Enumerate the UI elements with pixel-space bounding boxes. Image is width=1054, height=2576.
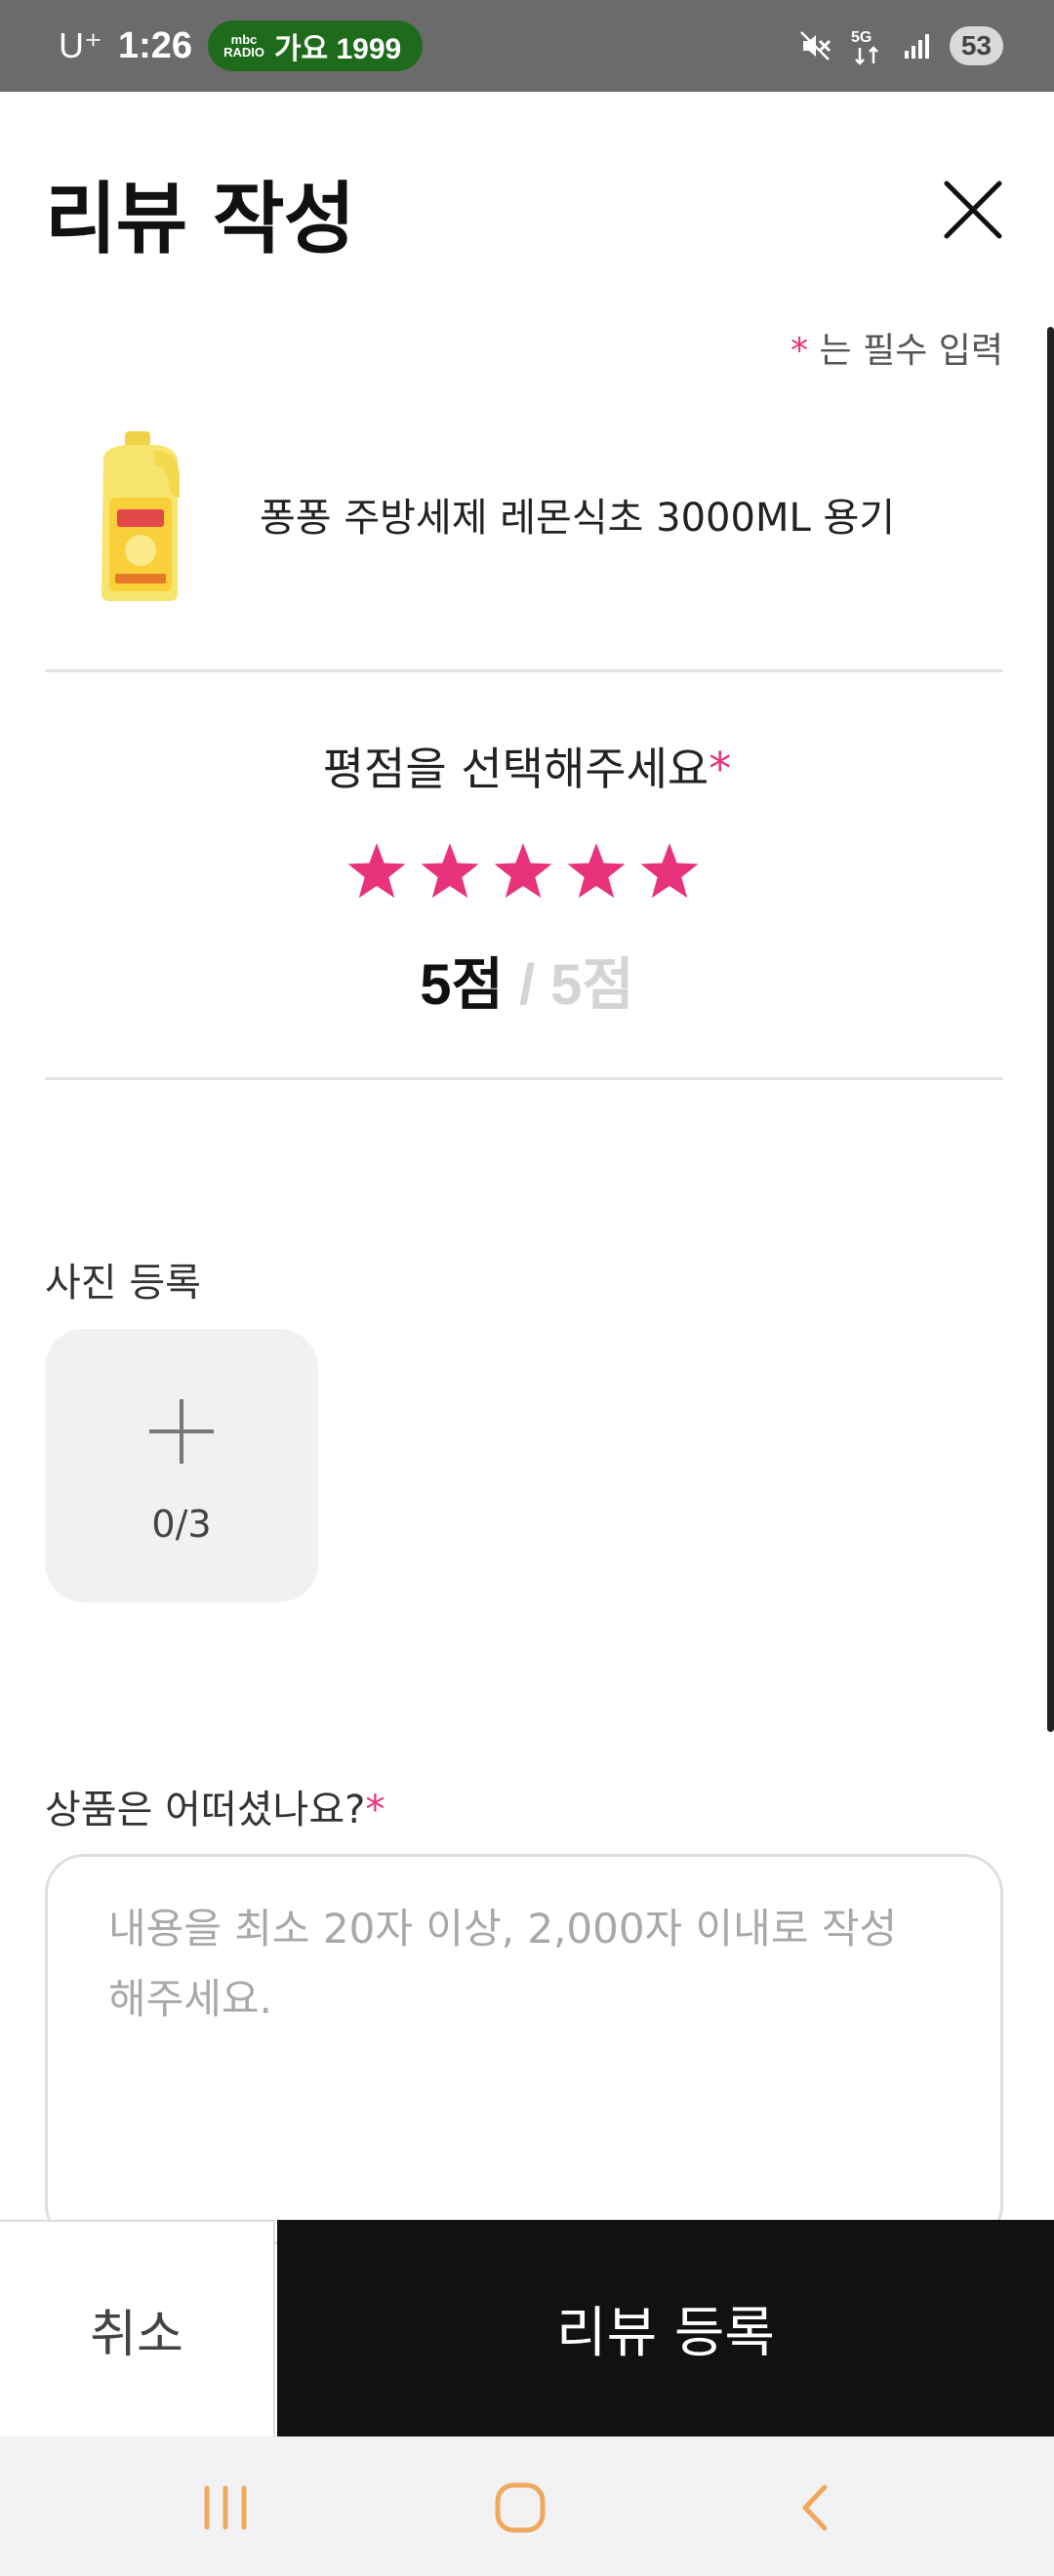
plus-icon bbox=[149, 1399, 214, 1464]
bottom-action-bar: 취소 리뷰 등록 bbox=[0, 2220, 1054, 2436]
add-photo-button[interactable]: 0/3 bbox=[45, 1329, 318, 1602]
required-asterisk: * bbox=[365, 1788, 385, 1832]
radio-station-label: 가요 1999 bbox=[273, 33, 402, 65]
product-name: 퐁퐁 주방세제 레몬식초 3000ML 용기 bbox=[260, 496, 896, 541]
star-5-icon[interactable] bbox=[639, 841, 700, 902]
divider bbox=[45, 669, 1003, 672]
review-placeholder: 내용을 최소 20자 이상, 2,000자 이내로 작성해주세요. bbox=[108, 1905, 898, 2023]
score-max: 5점 bbox=[550, 953, 634, 1017]
cancel-button[interactable]: 취소 bbox=[0, 2220, 275, 2436]
star-4-icon[interactable] bbox=[566, 841, 627, 902]
radio-logo-icon: mbc RADIO bbox=[223, 32, 264, 60]
network-5g-icon: 5G bbox=[851, 29, 878, 65]
close-icon[interactable] bbox=[939, 176, 1007, 244]
rating-title: 평점을 선택해주세요* bbox=[322, 743, 732, 795]
recent-apps-icon[interactable] bbox=[182, 2464, 269, 2552]
required-note: * 는 필수 입력 bbox=[790, 322, 1003, 373]
photo-count: 0/3 bbox=[151, 1503, 212, 1546]
scrollbar[interactable] bbox=[1047, 327, 1054, 1732]
required-note-text: 는 필수 입력 bbox=[808, 331, 1004, 371]
divider bbox=[45, 1077, 1003, 1080]
star-1-icon[interactable] bbox=[346, 841, 407, 902]
home-icon[interactable] bbox=[476, 2464, 564, 2552]
system-nav-bar bbox=[0, 2436, 1054, 2576]
photo-section-label: 사진 등록 bbox=[45, 1261, 201, 1306]
required-asterisk: * bbox=[709, 743, 732, 795]
status-bar: U⁺ 1:26 mbc RADIO 가요 1999 5G 53 bbox=[0, 0, 1054, 92]
review-textarea[interactable]: 내용을 최소 20자 이상, 2,000자 이내로 작성해주세요. bbox=[45, 1854, 1003, 2244]
score-separator: / bbox=[503, 953, 551, 1017]
svg-text:5G: 5G bbox=[851, 29, 872, 46]
star-2-icon[interactable] bbox=[420, 841, 480, 902]
back-icon[interactable] bbox=[771, 2464, 859, 2552]
review-section-label: 상품은 어떠셨나요?* bbox=[45, 1788, 385, 1832]
battery-indicator: 53 bbox=[949, 26, 1003, 65]
mute-icon bbox=[799, 31, 831, 60]
submit-review-button[interactable]: 리뷰 등록 bbox=[277, 2220, 1054, 2436]
clock: 1:26 bbox=[118, 24, 193, 66]
product-image bbox=[101, 431, 180, 601]
score-value: 5점 bbox=[420, 953, 504, 1017]
page-title: 리뷰 작성 bbox=[45, 174, 355, 264]
star-3-icon[interactable] bbox=[493, 841, 553, 902]
score-display: 5점 / 5점 bbox=[0, 939, 1054, 1021]
carrier-label: U⁺ bbox=[59, 25, 102, 65]
star-rating[interactable] bbox=[346, 841, 700, 902]
signal-icon bbox=[904, 34, 929, 59]
radio-notification-pill[interactable]: mbc RADIO 가요 1999 bbox=[208, 20, 424, 71]
required-asterisk: * bbox=[790, 331, 809, 371]
